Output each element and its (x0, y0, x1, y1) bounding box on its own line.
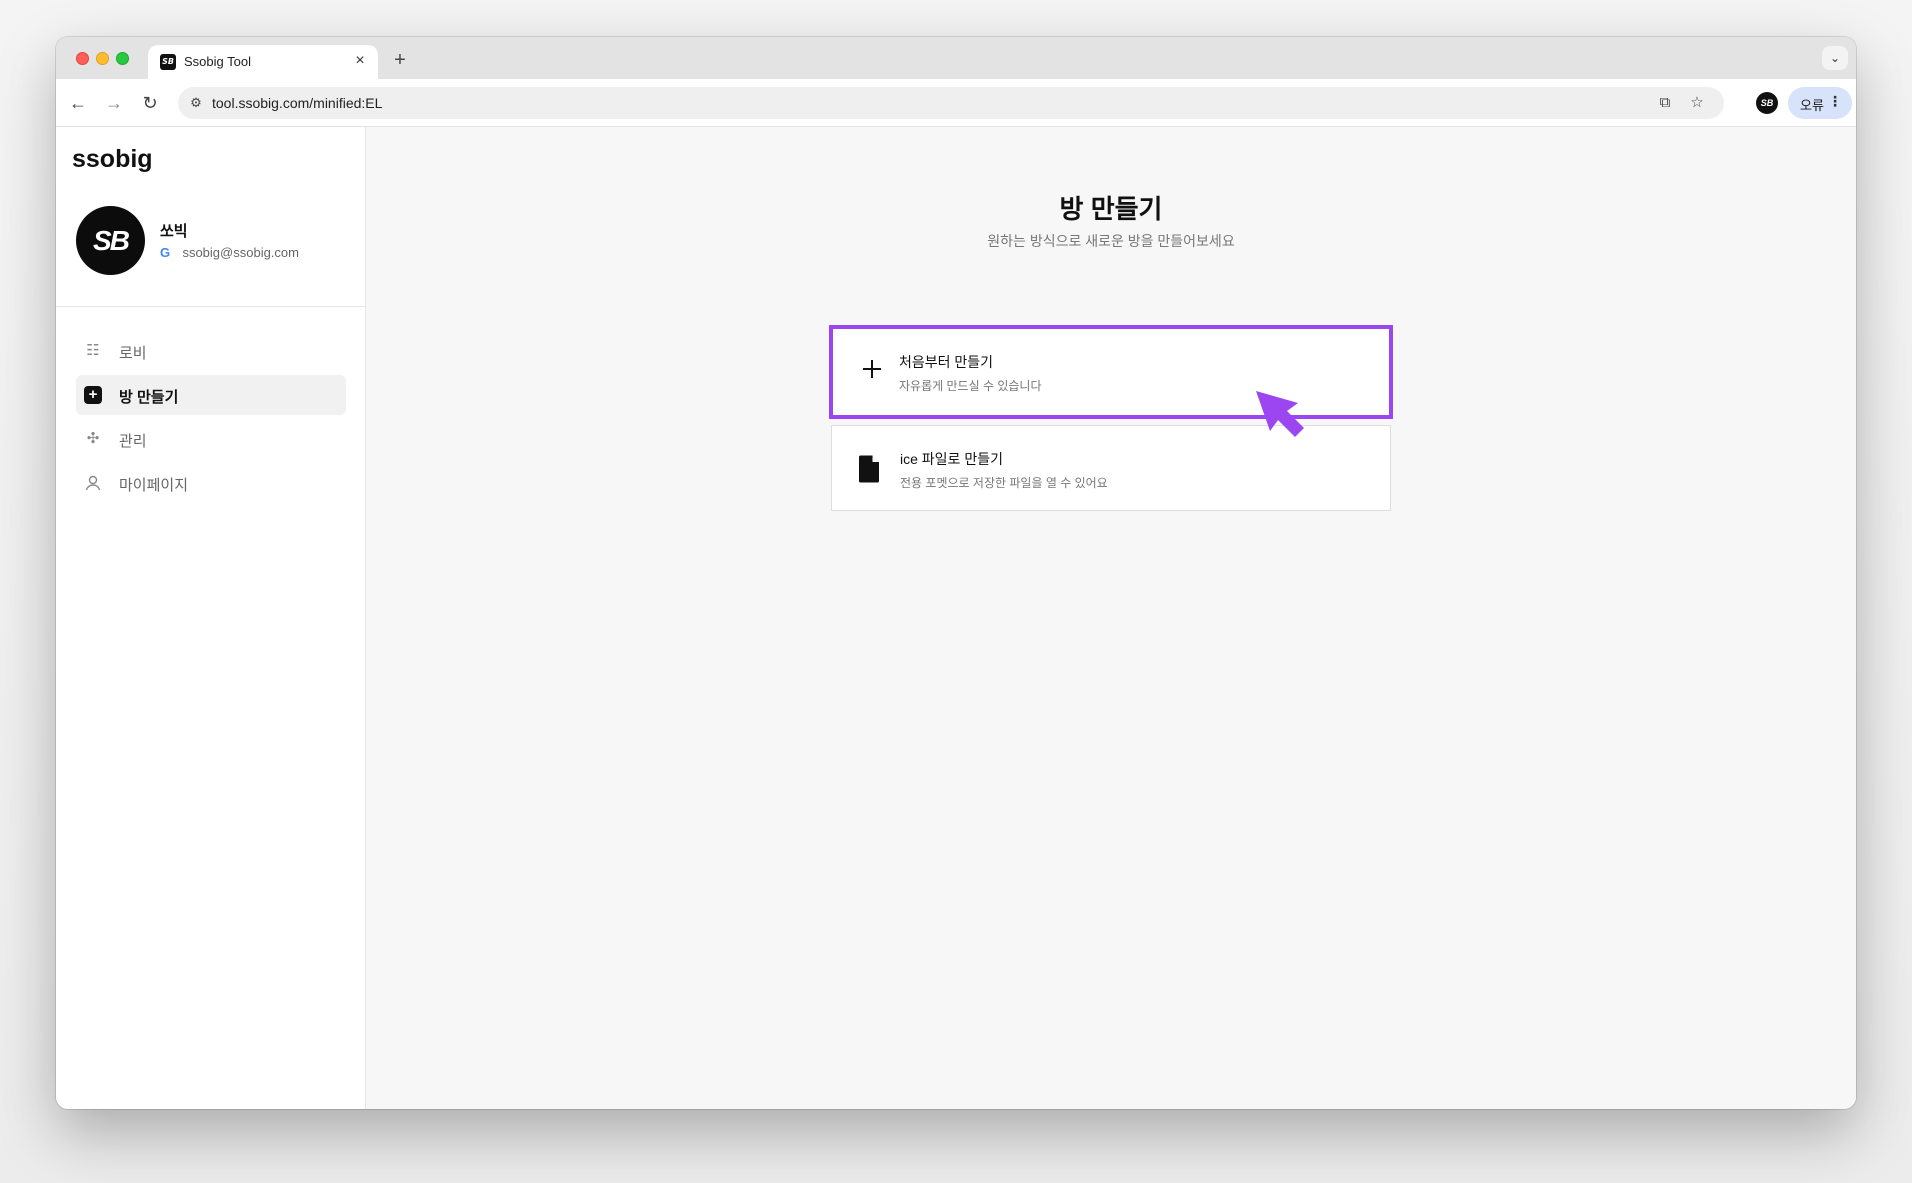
option-title: ice 파일로 만들기 (900, 451, 1003, 467)
google-icon: G (160, 244, 171, 260)
main-content: 방 만들기 원하는 방식으로 새로운 방을 만들어보세요 처음부터 만들기 자유… (366, 127, 1856, 1109)
pointer-arrow-icon (1256, 391, 1304, 437)
option-description: 전용 포멧으로 저장한 파일을 열 수 있어요 (900, 476, 1108, 490)
extension-icon[interactable]: SB (1756, 92, 1778, 114)
plus-square-icon: + (84, 386, 102, 404)
tab-strip: SB Ssobig Tool × + ⌄ (56, 37, 1856, 79)
open-in-app-icon[interactable]: ⧉ (1654, 92, 1676, 114)
favicon-icon: SB (160, 54, 176, 70)
minimize-window-button[interactable] (96, 52, 109, 65)
brand-logo[interactable]: ssobig (72, 145, 153, 174)
sidebar: ssobig SB 쏘빅 G ssobig@ssobig.com ☷ 로비 + … (56, 127, 366, 1109)
user-email: ssobig@ssobig.com (182, 245, 299, 261)
tab-search-icon[interactable]: ⌄ (1822, 46, 1848, 70)
maximize-window-button[interactable] (116, 52, 129, 65)
sidebar-item-label: 관리 (119, 433, 147, 450)
puzzle-icon: ✣ (86, 430, 100, 447)
create-from-scratch-option[interactable]: 처음부터 만들기 자유롭게 만드실 수 있습니다 (829, 325, 1393, 419)
tab-close-icon[interactable]: × (350, 51, 370, 71)
sidebar-item-manage[interactable]: ✣ 관리 (76, 419, 346, 459)
page-title: 방 만들기 (1059, 194, 1163, 224)
new-tab-button[interactable]: + (387, 47, 413, 73)
browser-window: SB Ssobig Tool × + ⌄ ← → ↻ ⚙ tool.ssobig… (56, 37, 1856, 1109)
checklist-icon: ☷ (86, 342, 100, 359)
profile-label: 오류 (1800, 98, 1824, 113)
user-email-row: G ssobig@ssobig.com (160, 244, 299, 262)
forward-icon[interactable]: → (100, 89, 128, 117)
user-profile: SB 쏘빅 G ssobig@ssobig.com (56, 203, 366, 307)
bookmark-star-icon[interactable]: ☆ (1686, 92, 1708, 114)
sidebar-item-label: 방 만들기 (119, 389, 179, 406)
profile-button[interactable]: 오류 ⋮ (1788, 87, 1852, 119)
url-text[interactable]: tool.ssobig.com/minified:EL (212, 95, 382, 111)
sidebar-item-lobby[interactable]: ☷ 로비 (76, 331, 346, 371)
sidebar-item-create-room[interactable]: + 방 만들기 (76, 375, 346, 415)
menu-kebab-icon[interactable]: ⋮ (1828, 93, 1842, 110)
user-name: 쏘빅 (160, 223, 188, 240)
plus-icon (857, 357, 887, 387)
sidebar-item-label: 마이페이지 (119, 477, 189, 494)
tab-title: Ssobig Tool (184, 54, 251, 69)
browser-tab[interactable]: SB Ssobig Tool × (148, 45, 378, 79)
close-window-button[interactable] (76, 52, 89, 65)
sidebar-item-label: 로비 (119, 345, 147, 362)
reload-icon[interactable]: ↻ (136, 89, 164, 117)
address-bar[interactable]: ⚙ tool.ssobig.com/minified:EL ⧉ ☆ (178, 87, 1724, 119)
avatar: SB (76, 206, 145, 275)
sidebar-item-mypage[interactable]: 마이페이지 (76, 463, 346, 503)
page-subtitle: 원하는 방식으로 새로운 방을 만들어보세요 (987, 233, 1235, 249)
user-icon (84, 474, 102, 492)
sidebar-nav: ☷ 로비 + 방 만들기 ✣ 관리 마이페이지 (76, 331, 346, 507)
avatar-logo-icon: SB (93, 225, 130, 256)
option-description: 자유롭게 만드실 수 있습니다 (899, 379, 1042, 393)
back-icon[interactable]: ← (64, 89, 92, 117)
browser-toolbar: ← → ↻ ⚙ tool.ssobig.com/minified:EL ⧉ ☆ … (56, 79, 1856, 127)
option-title: 처음부터 만들기 (899, 354, 994, 370)
site-info-icon[interactable]: ⚙ (186, 93, 206, 113)
file-icon (858, 455, 880, 483)
